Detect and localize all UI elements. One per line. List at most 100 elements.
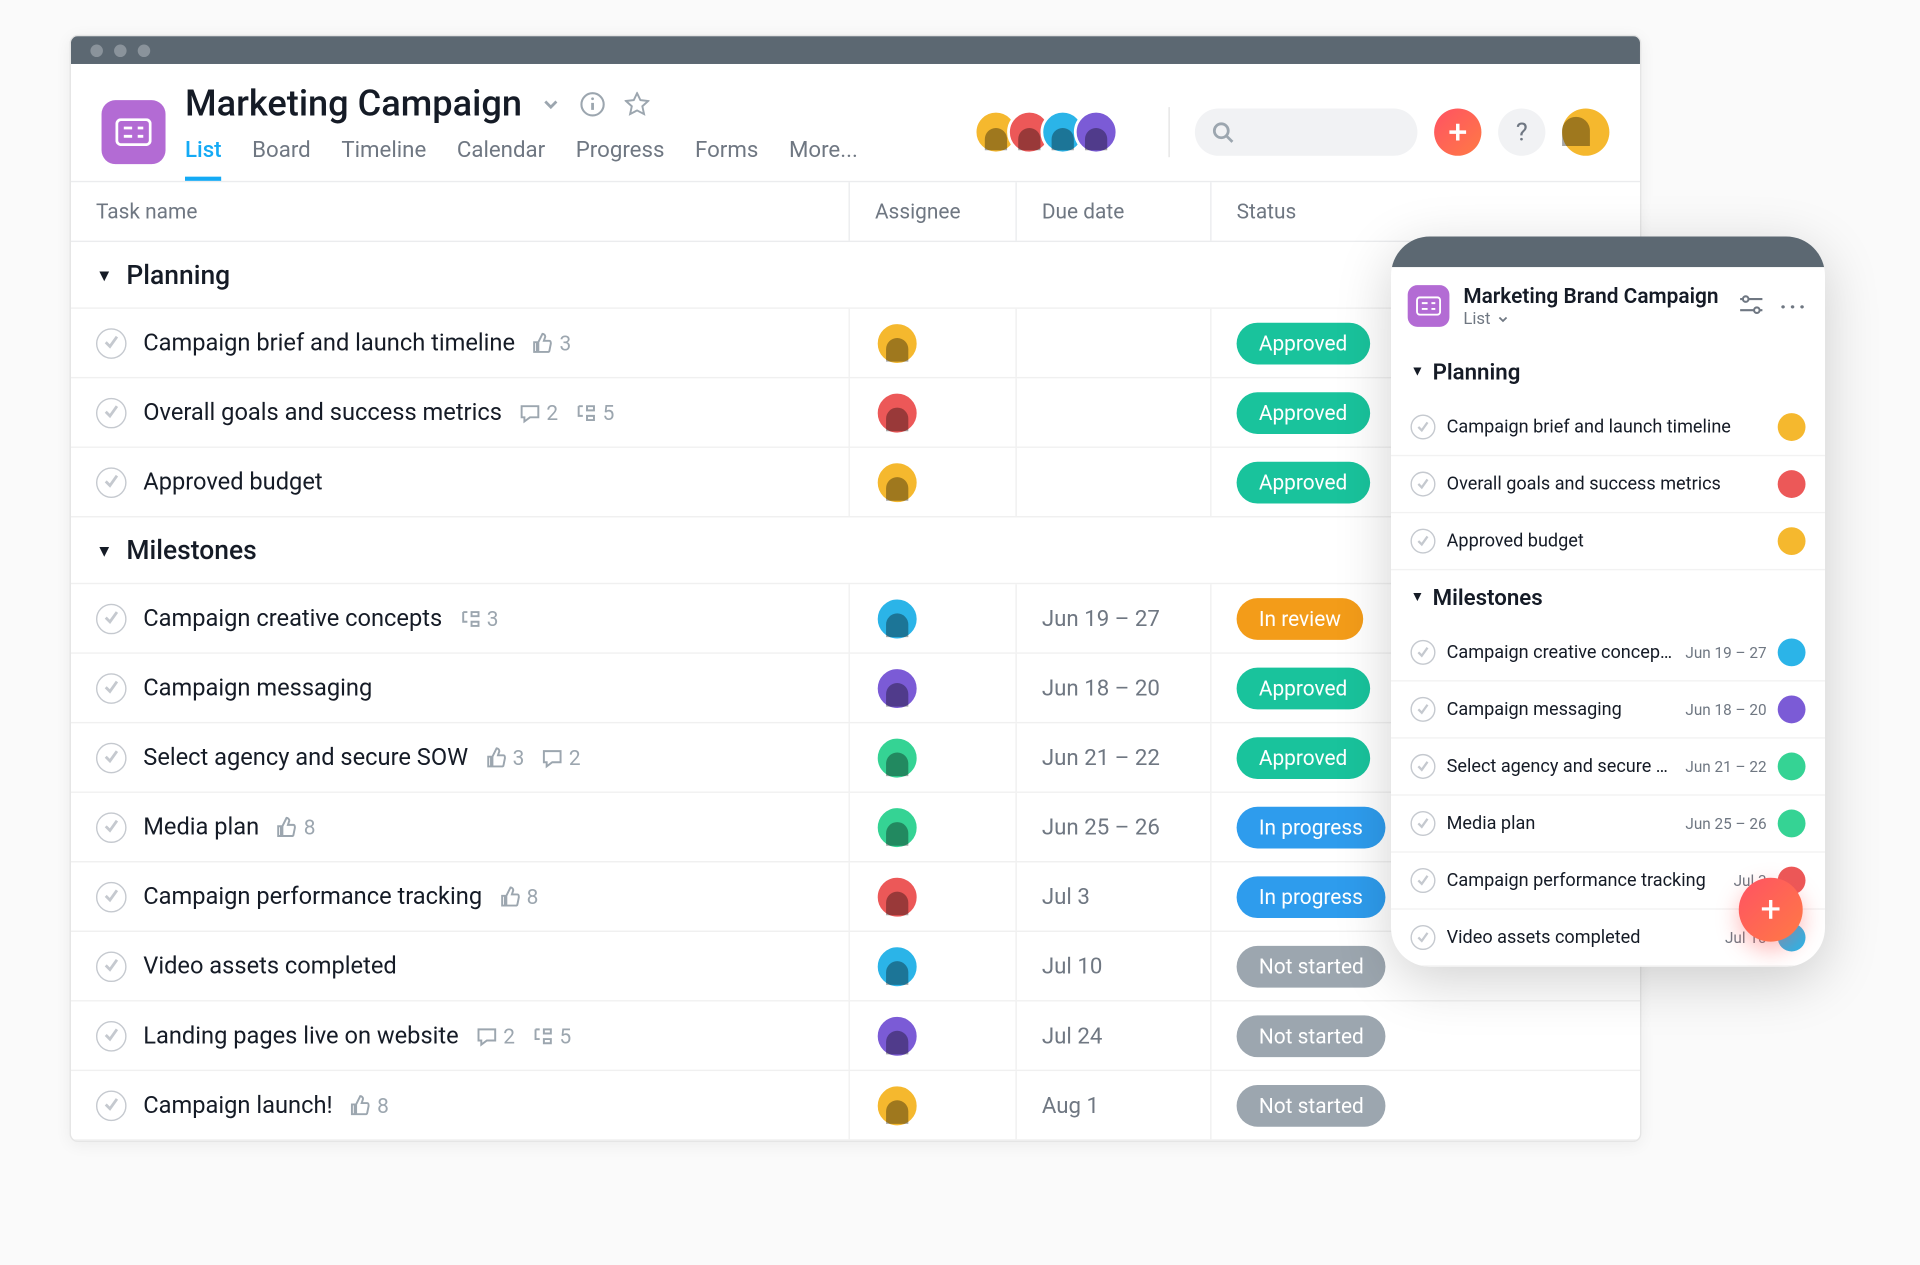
status-badge[interactable]: Approved [1237,737,1370,779]
task-subtasks[interactable]: 5 [575,400,615,425]
member-avatar[interactable] [1074,110,1119,155]
tab-timeline[interactable]: Timeline [341,136,426,181]
assignee-avatar[interactable] [875,735,920,780]
task-row[interactable]: Campaign creative conceptsJun 19 – 27 [1391,625,1825,682]
section-header[interactable]: ▼ Planning [1391,345,1825,399]
complete-checkbox[interactable] [96,812,127,843]
complete-checkbox[interactable] [96,742,127,773]
status-badge[interactable]: Approved [1237,322,1370,364]
complete-checkbox[interactable] [96,603,127,634]
project-title[interactable]: Marketing Brand Campaign [1463,284,1718,309]
add-button[interactable] [1434,108,1481,155]
assignee-avatar[interactable] [1778,810,1806,838]
task-due-date: Jul 10 [1042,953,1103,979]
assignee-avatar[interactable] [875,944,920,989]
status-badge[interactable]: Not started [1237,1015,1386,1057]
project-members[interactable] [985,110,1119,155]
assignee-avatar[interactable] [875,390,920,435]
status-badge[interactable]: Not started [1237,945,1386,987]
complete-checkbox[interactable] [96,881,127,912]
task-row[interactable]: Media planJun 25 – 26 [1391,796,1825,853]
assignee-avatar[interactable] [875,460,920,505]
column-due-date[interactable]: Due date [1017,182,1212,240]
task-subtasks[interactable]: 3 [459,606,499,631]
complete-checkbox[interactable] [96,673,127,704]
status-badge[interactable]: In review [1237,597,1364,639]
status-badge[interactable]: In progress [1237,876,1386,918]
task-row[interactable]: Approved budget [1391,513,1825,570]
task-row[interactable]: Campaign launch! 8Aug 1Not started [71,1071,1640,1141]
tab-more[interactable]: More... [789,136,858,181]
complete-checkbox[interactable] [96,328,127,359]
task-likes[interactable]: 8 [276,814,316,839]
more-icon[interactable]: ··· [1780,293,1808,319]
complete-checkbox[interactable] [1410,754,1435,779]
complete-checkbox[interactable] [96,467,127,498]
assignee-avatar[interactable] [1778,470,1806,498]
task-subtasks[interactable]: 5 [532,1023,572,1048]
project-title[interactable]: Marketing Campaign [185,83,522,125]
task-row[interactable]: Select agency and secure SOWJun 21 – 22 [1391,739,1825,796]
assignee-avatar[interactable] [875,805,920,850]
mobile-add-button[interactable]: + [1739,878,1803,942]
assignee-avatar[interactable] [1778,638,1806,666]
task-likes[interactable]: 3 [485,745,525,770]
status-badge[interactable]: Approved [1237,392,1370,434]
assignee-avatar[interactable] [1778,527,1806,555]
section-header[interactable]: ▼ Milestones [1391,570,1825,624]
filter-icon[interactable] [1738,293,1763,319]
status-badge[interactable]: In progress [1237,806,1386,848]
assignee-avatar[interactable] [875,596,920,641]
complete-checkbox[interactable] [96,1020,127,1051]
assignee-avatar[interactable] [1778,696,1806,724]
complete-checkbox[interactable] [1410,529,1435,554]
assignee-avatar[interactable] [1778,753,1806,781]
assignee-avatar[interactable] [875,1083,920,1128]
complete-checkbox[interactable] [1410,868,1435,893]
assignee-avatar[interactable] [875,1013,920,1058]
complete-checkbox[interactable] [1410,640,1435,665]
task-row[interactable]: Campaign brief and launch timeline [1391,399,1825,456]
task-comments[interactable]: 2 [519,400,559,425]
caret-down-icon: ▼ [1410,364,1424,379]
task-likes[interactable]: 8 [349,1093,389,1118]
complete-checkbox[interactable] [1410,472,1435,497]
task-row[interactable]: Landing pages live on website 2 5Jul 24N… [71,1002,1640,1072]
current-user-avatar[interactable] [1562,108,1609,155]
tab-list[interactable]: List [185,136,222,181]
assignee-avatar[interactable] [875,874,920,919]
task-name: Campaign creative concepts [143,604,442,632]
assignee-avatar[interactable] [1778,413,1806,441]
tab-progress[interactable]: Progress [576,136,665,181]
complete-checkbox[interactable] [96,1090,127,1121]
task-row[interactable]: Campaign messagingJun 18 – 20 [1391,682,1825,739]
complete-checkbox[interactable] [1410,925,1435,950]
complete-checkbox[interactable] [1410,697,1435,722]
view-selector[interactable]: List [1463,309,1718,328]
search-input[interactable] [1195,108,1418,155]
task-comments[interactable]: 2 [475,1023,515,1048]
complete-checkbox[interactable] [96,951,127,982]
help-button[interactable]: ? [1498,108,1545,155]
complete-checkbox[interactable] [1410,415,1435,440]
info-icon[interactable] [580,92,605,117]
column-assignee[interactable]: Assignee [850,182,1017,240]
complete-checkbox[interactable] [1410,811,1435,836]
column-status[interactable]: Status [1212,182,1640,240]
tab-calendar[interactable]: Calendar [457,136,545,181]
task-likes[interactable]: 3 [532,330,572,355]
assignee-avatar[interactable] [875,321,920,366]
column-task-name[interactable]: Task name [71,182,850,240]
status-badge[interactable]: Approved [1237,667,1370,709]
task-comments[interactable]: 2 [541,745,581,770]
complete-checkbox[interactable] [96,397,127,428]
task-row[interactable]: Overall goals and success metrics [1391,456,1825,513]
assignee-avatar[interactable] [875,666,920,711]
chevron-down-icon[interactable] [541,95,560,114]
tab-board[interactable]: Board [252,136,311,181]
task-likes[interactable]: 8 [499,884,539,909]
tab-forms[interactable]: Forms [695,136,758,181]
star-icon[interactable] [625,92,650,117]
status-badge[interactable]: Approved [1237,461,1370,503]
status-badge[interactable]: Not started [1237,1084,1386,1126]
